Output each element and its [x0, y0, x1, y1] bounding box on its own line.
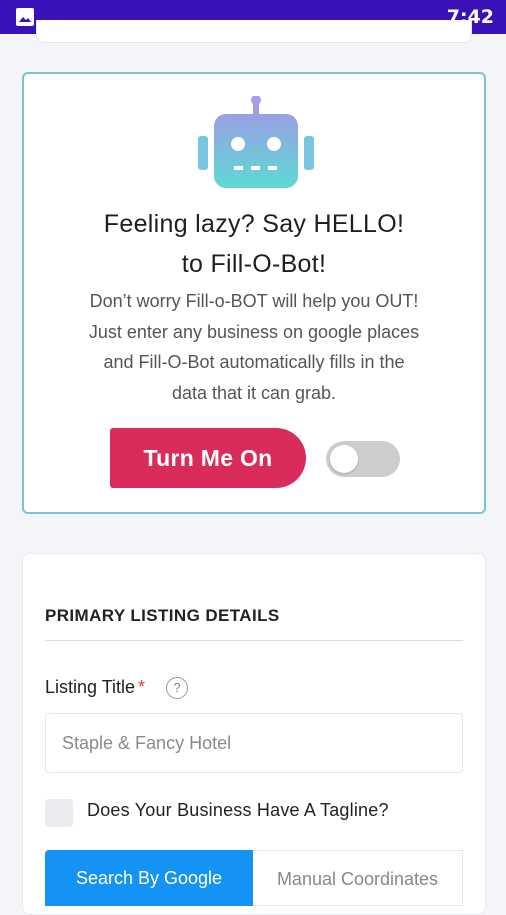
- toggle-knob: [330, 445, 358, 473]
- bot-desc-line: data that it can grab.: [171, 382, 337, 403]
- listing-title-input[interactable]: [45, 713, 463, 773]
- listing-title-label: Listing Title *: [45, 677, 145, 698]
- bot-title-line-2: to Fill-O-Bot!: [181, 250, 327, 278]
- primary-listing-card: PRIMARY LISTING DETAILS Listing Title * ?…: [22, 553, 486, 915]
- help-icon[interactable]: ?: [166, 677, 188, 699]
- fill-o-bot-toggle[interactable]: [326, 441, 400, 477]
- divider: [45, 640, 463, 641]
- bot-title: Feeling lazy? Say HELLO! to Fill-O-Bot!: [24, 204, 484, 284]
- robot-icon: [198, 96, 314, 188]
- tab-search-by-google[interactable]: Search By Google: [45, 850, 253, 906]
- section-title: PRIMARY LISTING DETAILS: [45, 606, 280, 625]
- fill-o-bot-card: Feeling lazy? Say HELLO! to Fill-O-Bot! …: [22, 72, 486, 514]
- tagline-checkbox[interactable]: [45, 799, 73, 827]
- turn-me-on-button[interactable]: Turn Me On: [110, 428, 306, 488]
- image-icon: [16, 8, 34, 26]
- listing-title-label-text: Listing Title: [45, 677, 136, 697]
- bot-desc-line: Just enter any business on google places: [88, 321, 420, 342]
- bot-desc-line: Don’t worry Fill-o-BOT will help you OUT…: [89, 291, 419, 311]
- previous-card-edge: [36, 20, 472, 43]
- tagline-label: Does Your Business Have A Tagline?: [87, 800, 389, 820]
- bot-description: Don’t worry Fill-o-BOT will help you OUT…: [44, 286, 464, 408]
- required-mark: *: [138, 677, 146, 697]
- bot-title-line-1: Feeling lazy? Say HELLO!: [103, 210, 405, 238]
- tab-manual-coordinates[interactable]: Manual Coordinates: [253, 850, 463, 906]
- bot-desc-line: and Fill-O-Bot automatically fills in th…: [103, 352, 405, 372]
